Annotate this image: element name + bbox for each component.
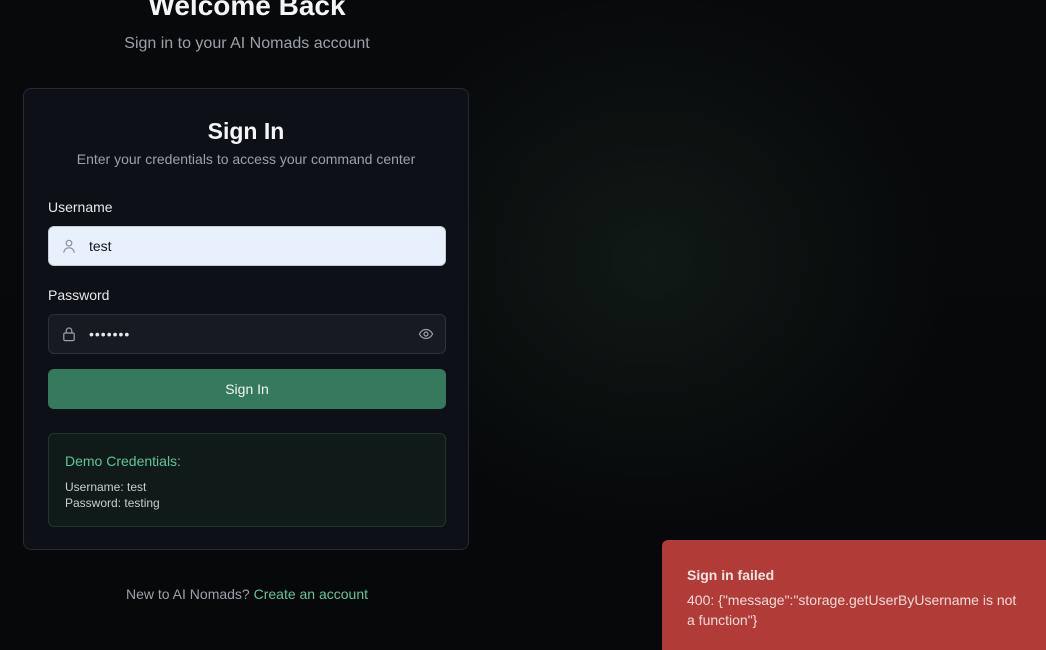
eye-icon[interactable] [418, 326, 434, 342]
username-value: test [89, 238, 112, 254]
sign-in-card: Sign In Enter your credentials to access… [23, 88, 469, 550]
welcome-subtitle: Sign in to your AI Nomads account [124, 35, 370, 52]
welcome-title: Welcome Back [148, 0, 346, 21]
create-account-link[interactable]: Create an account [254, 586, 368, 602]
toast-title: Sign in failed [687, 567, 775, 583]
lock-icon [61, 326, 77, 342]
demo-username: Username: test [65, 480, 147, 494]
password-label: Password [48, 287, 110, 303]
password-value: ••••••• [89, 326, 131, 342]
password-field[interactable]: ••••••• [48, 314, 446, 354]
demo-credentials-title: Demo Credentials: [65, 453, 181, 469]
toast-message: 400: {"message":"storage.getUserByUserna… [687, 592, 1017, 628]
error-toast[interactable]: Sign in failed 400: {"message":"storage.… [662, 540, 1046, 650]
demo-credentials-box: Demo Credentials: Username: test Passwor… [48, 433, 446, 527]
card-subtitle: Enter your credentials to access your co… [76, 151, 416, 167]
signup-prompt-text: New to AI Nomads? [125, 586, 250, 602]
demo-password: Password: testing [65, 496, 160, 510]
card-title: Sign In [207, 118, 285, 144]
username-label: Username [48, 199, 113, 215]
sign-in-button[interactable]: Sign In [48, 369, 446, 409]
user-icon [61, 238, 77, 254]
signup-prompt: New to AI Nomads? Create an account [23, 585, 471, 603]
username-field[interactable]: test [48, 226, 446, 266]
